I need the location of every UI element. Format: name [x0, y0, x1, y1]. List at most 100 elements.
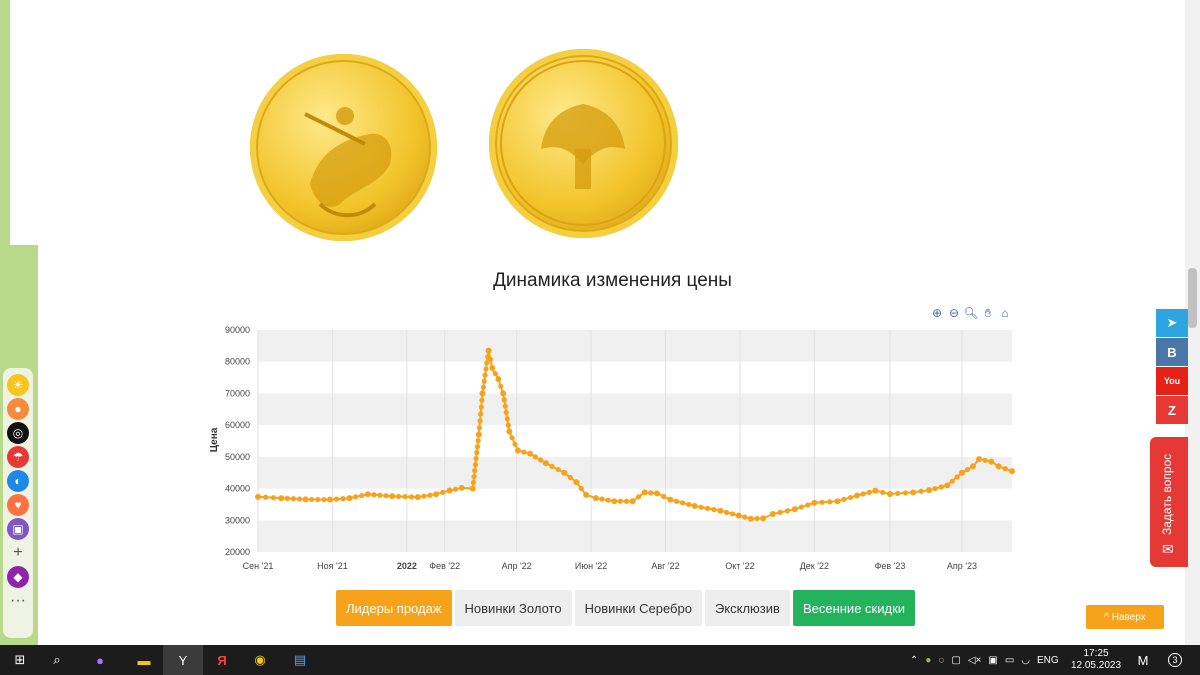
data-point[interactable]	[791, 506, 798, 513]
data-point[interactable]	[611, 498, 618, 505]
data-point[interactable]	[667, 496, 674, 503]
tab-bestsellers[interactable]: Лидеры продаж	[336, 590, 452, 626]
data-point[interactable]	[910, 489, 917, 496]
coin-reverse-image[interactable]	[489, 49, 678, 238]
yandex-icon[interactable]: Я	[212, 650, 232, 670]
more-icon[interactable]: ···	[7, 590, 29, 612]
scroll-top-button[interactable]: ^ Наверх	[1086, 605, 1164, 629]
system-tray: ⌃ ● ◌ ▢ ◁× ▣ ▭ ◡ ENG	[910, 645, 1059, 675]
tray-app-icon[interactable]: ●	[925, 655, 931, 666]
tray-chevron-icon[interactable]: ⌃	[910, 655, 918, 666]
app-shortcut-icon[interactable]: M	[1133, 650, 1153, 670]
data-point[interactable]	[886, 490, 893, 497]
data-point[interactable]	[583, 491, 590, 498]
data-point[interactable]	[495, 376, 502, 383]
data-point[interactable]	[506, 428, 513, 435]
data-point[interactable]	[542, 460, 549, 467]
data-point[interactable]	[561, 469, 568, 476]
data-point[interactable]	[479, 390, 486, 397]
ask-question-button[interactable]: Задать вопрос ✉	[1150, 437, 1188, 567]
data-point[interactable]	[364, 491, 371, 498]
tray-display-icon[interactable]: ▣	[988, 655, 997, 666]
data-point[interactable]	[641, 489, 648, 496]
data-point[interactable]	[302, 496, 309, 503]
tray-battery-icon[interactable]: ▭	[1005, 655, 1014, 666]
file-explorer-icon[interactable]: ▬	[134, 650, 154, 670]
telegram-button[interactable]: ➤	[1156, 309, 1188, 337]
data-point[interactable]	[458, 484, 465, 491]
alice-taskbar-icon[interactable]: ●	[90, 650, 110, 670]
tray-device-icon[interactable]: ▢	[951, 655, 960, 666]
data-point[interactable]	[958, 469, 965, 476]
data-point[interactable]	[717, 507, 724, 514]
data-point[interactable]	[811, 499, 818, 506]
data-point[interactable]	[485, 347, 492, 354]
data-point[interactable]	[475, 431, 482, 438]
data-point[interactable]	[446, 487, 453, 494]
x-tick-label: Июн '22	[575, 561, 607, 571]
heart-icon[interactable]: ♥	[7, 494, 29, 516]
data-point-marker	[754, 515, 760, 522]
data-point[interactable]	[326, 496, 333, 503]
zen-button[interactable]: Z	[1156, 396, 1188, 424]
data-point[interactable]	[278, 495, 285, 502]
data-point[interactable]	[629, 498, 636, 505]
data-point[interactable]	[653, 490, 660, 497]
data-point[interactable]	[389, 493, 396, 500]
data-point[interactable]	[926, 487, 933, 494]
chat-bubble-icon: ✉	[1162, 541, 1174, 557]
market-icon[interactable]: ●	[7, 398, 29, 420]
windows-start-icon[interactable]: ⊞	[10, 650, 30, 670]
data-point[interactable]	[944, 482, 951, 489]
tray-language[interactable]: ENG	[1037, 655, 1059, 666]
weather-icon[interactable]: ☀	[7, 374, 29, 396]
data-point[interactable]	[995, 463, 1002, 470]
data-point[interactable]	[872, 487, 879, 494]
data-point[interactable]	[500, 390, 507, 397]
data-point[interactable]	[976, 456, 983, 463]
tab-exclusive[interactable]: Эксклюзив	[704, 590, 790, 626]
data-point[interactable]	[969, 463, 976, 470]
tab-new-silver[interactable]: Новинки Серебро	[574, 590, 702, 626]
data-point[interactable]	[255, 493, 261, 500]
data-point[interactable]	[573, 479, 580, 486]
notification-center-icon[interactable]: 3	[1165, 650, 1185, 670]
data-point[interactable]	[747, 515, 754, 522]
tray-network-icon[interactable]: ◡	[1021, 655, 1030, 666]
data-point[interactable]	[769, 510, 776, 517]
youtube-button[interactable]: You	[1156, 367, 1188, 395]
alice-icon[interactable]: ◆	[7, 566, 29, 588]
tray-volume-icon[interactable]: ◁×	[968, 655, 982, 666]
yandex-browser-icon[interactable]: Y	[173, 650, 193, 670]
price-chart[interactable]: 20000 30000 40000 50000 60000 70000 80000 90000…	[200, 300, 1030, 585]
tab-spring-sale[interactable]: Весенние скидки	[792, 590, 916, 626]
taskbar-clock[interactable]: 17:25 12.05.2023	[1070, 648, 1122, 672]
data-point[interactable]	[691, 503, 698, 510]
coin-obverse-image[interactable]	[250, 54, 437, 241]
data-point[interactable]	[414, 494, 421, 501]
data-point[interactable]	[592, 495, 599, 502]
data-point[interactable]	[514, 447, 521, 454]
camera-icon[interactable]: ◎	[7, 422, 29, 444]
search-icon[interactable]: ⌕	[47, 650, 67, 670]
data-point[interactable]	[433, 491, 440, 498]
data-point[interactable]	[854, 492, 861, 499]
data-point[interactable]	[1009, 468, 1015, 475]
data-point[interactable]	[489, 365, 496, 372]
data-point[interactable]	[735, 512, 742, 519]
tray-wifi-icon[interactable]: ◌	[938, 655, 944, 666]
vk-button[interactable]: В	[1156, 338, 1188, 366]
tab-new-gold[interactable]: Новинки Золото	[454, 590, 572, 626]
notepad-icon[interactable]: ▤	[290, 650, 310, 670]
umbrella-icon[interactable]: ☂	[7, 446, 29, 468]
data-point[interactable]	[346, 495, 353, 502]
data-point[interactable]	[834, 498, 841, 505]
data-point[interactable]	[988, 458, 995, 465]
globe-icon[interactable]: ◐	[7, 470, 29, 492]
data-point[interactable]	[469, 485, 476, 492]
data-point[interactable]	[527, 450, 534, 457]
add-icon[interactable]: +	[7, 542, 29, 564]
data-point[interactable]	[760, 515, 767, 522]
yandex-music-icon[interactable]: ◉	[250, 650, 270, 670]
messenger-icon[interactable]: ▣	[7, 518, 29, 540]
